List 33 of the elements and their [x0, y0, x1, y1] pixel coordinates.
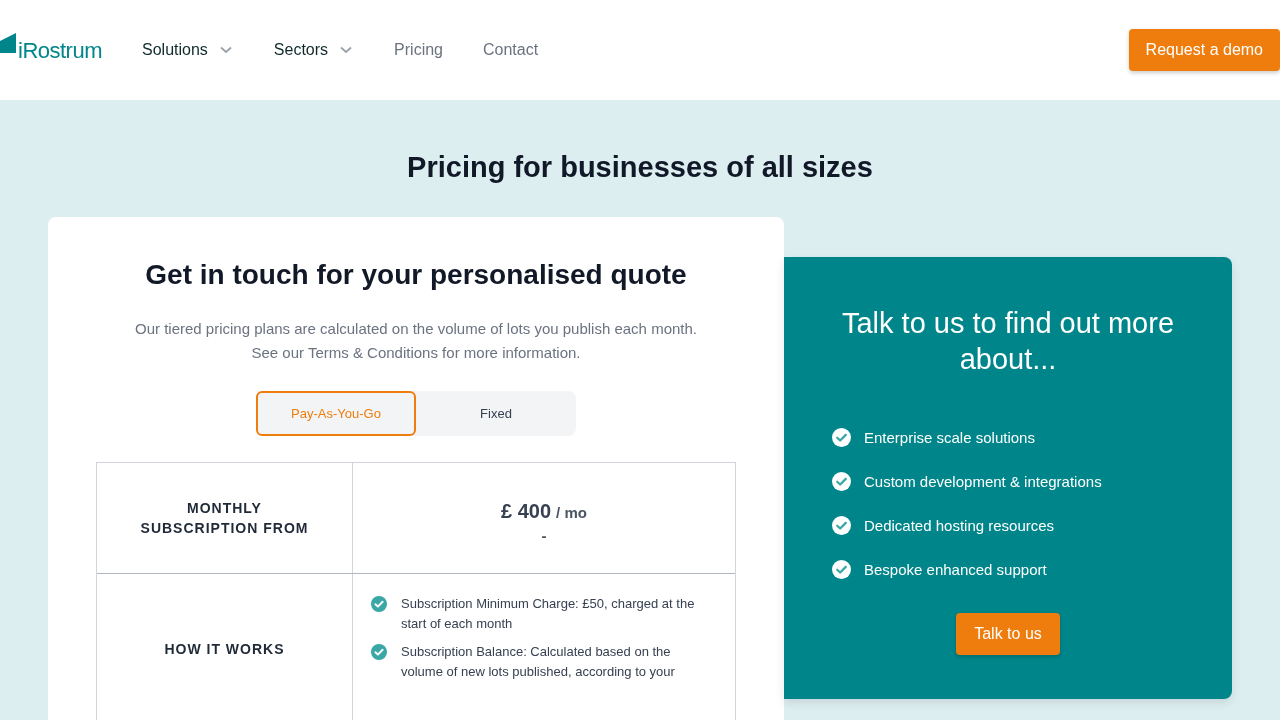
page-title: Pricing for businesses of all sizes [406, 150, 874, 185]
check-icon [832, 515, 851, 535]
feature-text: Subscription Minimum Charge: £50, charged at the start of each month [401, 595, 696, 633]
feature-text: Subscription Balance: Calculated based on the volume of new lots published, according to your [401, 643, 676, 681]
benefit-text: Bespoke enhanced support [864, 560, 1047, 578]
nav-link[interactable]: Sectors [273, 41, 353, 59]
check-icon [371, 644, 387, 660]
row-label: HOW IT WORKS [97, 574, 353, 720]
check-icon [832, 427, 851, 447]
nav-link[interactable]: Solutions [142, 41, 232, 59]
contact-title: Talk to us to find out more about... [840, 306, 1176, 377]
check-icon [371, 596, 387, 612]
nav-link[interactable]: Contact [483, 41, 539, 59]
talk-to-us-button[interactable]: Talk to us [956, 613, 1060, 655]
logo[interactable]: iRostrum [0, 23, 102, 63]
price-note: - [541, 527, 547, 544]
price-unit: / mo [556, 504, 587, 521]
check-icon [832, 471, 851, 491]
request-demo-button[interactable]: Request a demo [1128, 29, 1280, 71]
chevron-down-icon [340, 46, 353, 54]
intro-text: Our tiered pricing plans are calculated on the volume of lots you publish each month. [134, 319, 698, 339]
benefit-text: Dedicated hosting resources [864, 516, 1055, 534]
benefit-text: Custom development & integrations [864, 472, 1102, 490]
plan-tab[interactable]: Pay-As-You-Go [256, 391, 416, 436]
quote-title: Get in touch for your personalised quote [144, 258, 688, 292]
price-amount: £ 400 [501, 500, 552, 523]
nav-link[interactable]: Pricing [394, 41, 443, 59]
plan-tab[interactable]: Fixed [416, 391, 576, 436]
benefit-text: Enterprise scale solutions [864, 428, 1035, 446]
row-label: MONTHLY SUBSCRIPTION FROM [97, 463, 353, 573]
check-icon [832, 559, 851, 579]
intro-text: See our Terms & Conditions for more information. [250, 343, 582, 363]
chevron-down-icon [219, 46, 232, 54]
